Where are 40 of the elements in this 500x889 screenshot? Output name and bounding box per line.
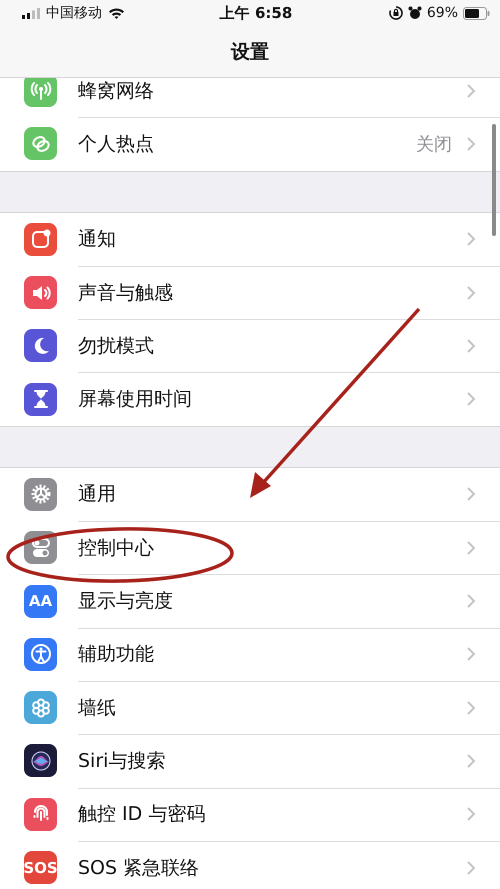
settings-item[interactable]: 声音与触感	[78, 280, 466, 306]
battery-icon	[463, 6, 490, 20]
chevron-icon	[466, 540, 476, 556]
chevron-icon	[466, 391, 476, 408]
item-value: 关闭	[416, 132, 452, 156]
settings-item[interactable]: 墙纸	[78, 694, 466, 721]
rotation-lock-icon	[388, 6, 403, 20]
chevron-icon	[466, 806, 476, 822]
settings-item[interactable]: Siri与搜索	[78, 748, 466, 774]
settings-item[interactable]: SOS 紧急联络	[78, 854, 466, 880]
settings-item[interactable]: 辅助功能	[78, 641, 466, 668]
chevron-icon	[466, 700, 476, 716]
wifi-icon	[108, 7, 125, 19]
chevron-icon	[466, 231, 476, 248]
chevron-icon	[466, 752, 476, 769]
settings-item[interactable]: 触控 ID 与密码	[78, 801, 466, 828]
chevron-icon	[466, 82, 476, 99]
settings-item[interactable]: 蜂窝网络	[78, 78, 466, 104]
chevron-icon	[466, 136, 476, 152]
settings-item[interactable]: 通知	[78, 226, 466, 252]
app-icon: SOS	[24, 851, 57, 884]
settings-item[interactable]: 个人热点	[78, 130, 416, 157]
app-icon: AA	[24, 584, 57, 618]
chevron-icon	[466, 338, 476, 354]
chevron-icon	[466, 284, 476, 301]
settings-item[interactable]: 通用	[78, 481, 466, 508]
alarm-icon	[408, 6, 422, 20]
chevron-icon	[466, 860, 476, 876]
chevron-icon	[466, 593, 476, 610]
settings-item[interactable]: 显示与亮度	[78, 588, 466, 614]
clock-time: 上午 6:58	[220, 4, 292, 22]
carrier-name: 中国移动	[46, 4, 102, 22]
settings-item[interactable]: 控制中心	[78, 534, 466, 561]
chevron-icon	[466, 646, 476, 662]
battery-percentage: 69%	[426, 5, 458, 21]
signal-icon	[22, 8, 40, 18]
chevron-icon	[466, 486, 476, 502]
settings-item[interactable]: 勿扰模式	[78, 332, 466, 359]
settings-item[interactable]: 屏幕使用时间	[78, 386, 466, 412]
page-title: 设置	[231, 40, 269, 64]
